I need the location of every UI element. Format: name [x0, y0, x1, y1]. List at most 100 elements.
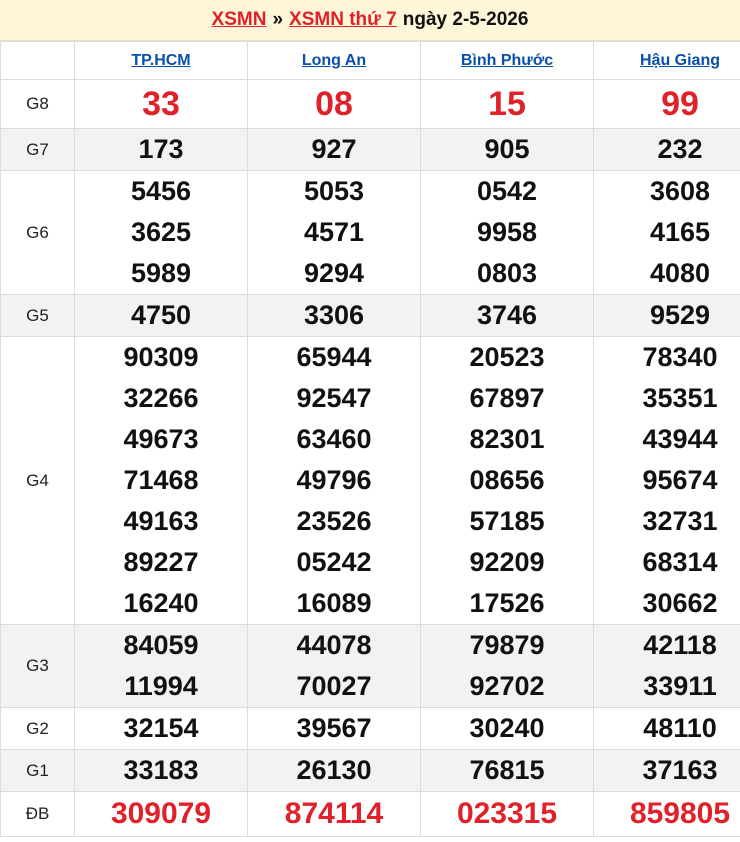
- prize-cell: 874114: [247, 791, 421, 837]
- prize-row-2: G6 5456 3625 5989 5053 4571 9294 0542 9958 0803 36…: [0, 170, 740, 295]
- prize-cell: 5053 4571 9294: [247, 170, 421, 295]
- prize-number: 63460: [296, 424, 372, 454]
- prize-row-0: G8 33 08 15 99: [0, 79, 740, 129]
- prize-number: 33911: [643, 671, 717, 701]
- prize-number: 33183: [123, 755, 199, 785]
- prize-label: G4: [0, 336, 75, 625]
- province-link-binhphuoc[interactable]: Bình Phước: [461, 52, 553, 69]
- prize-cell: 79879 92702: [420, 624, 594, 708]
- prize-cell: 08: [247, 79, 421, 129]
- xsmn-thu7-link[interactable]: XSMN thứ 7: [289, 9, 397, 31]
- prize-number: 33: [142, 85, 180, 123]
- prize-row-8: ĐB 309079 874114 023315 859805: [0, 791, 740, 837]
- prize-number: 84059: [123, 630, 199, 660]
- province-header: Bình Phước: [420, 41, 594, 80]
- prize-number: 32266: [123, 383, 199, 413]
- prize-number: 5456: [130, 176, 192, 206]
- prize-number: 49673: [123, 424, 199, 454]
- prize-number: 35351: [642, 383, 718, 413]
- prize-rows: G8 33 08 15 99 G7 173 927 905 232 G6 5456 3625 5989 50…: [0, 79, 740, 837]
- prize-label: ĐB: [0, 791, 75, 837]
- prize-number: 20523: [469, 342, 545, 372]
- prize-number: 5989: [130, 258, 192, 288]
- prize-number: 37163: [642, 755, 718, 785]
- province-header: TP.HCM: [74, 41, 248, 80]
- prize-cell: 232: [593, 128, 740, 171]
- prize-number: 9294: [303, 258, 365, 288]
- prize-number: 76815: [469, 755, 545, 785]
- prize-number: 0803: [476, 258, 538, 288]
- province-header: Long An: [247, 41, 421, 80]
- prize-number: 68314: [642, 547, 718, 577]
- prize-number: 78340: [642, 342, 718, 372]
- corner-cell: [0, 41, 75, 80]
- results-table: TP.HCM Long An Bình Phước Hậu Giang G8 33…: [0, 41, 740, 837]
- prize-label: G2: [0, 707, 75, 750]
- prize-number: 65944: [296, 342, 372, 372]
- prize-cell: 44078 70027: [247, 624, 421, 708]
- prize-number: 99: [661, 85, 699, 123]
- prize-cell: 30240: [420, 707, 594, 750]
- prize-number: 30662: [642, 588, 718, 618]
- prize-cell: 173: [74, 128, 248, 171]
- prize-number: 67897: [469, 383, 545, 413]
- prize-number: 15: [488, 85, 526, 123]
- prize-cell: 0542 9958 0803: [420, 170, 594, 295]
- prize-number: 90309: [123, 342, 199, 372]
- prize-cell: 32154: [74, 707, 248, 750]
- prize-number: 0542: [476, 176, 538, 206]
- prize-number: 05242: [296, 547, 372, 577]
- prize-number: 82301: [469, 424, 545, 454]
- province-link-longan[interactable]: Long An: [302, 52, 366, 69]
- prize-number: 32154: [123, 713, 199, 743]
- prize-label: G5: [0, 294, 75, 337]
- prize-number: 48110: [643, 713, 717, 743]
- prize-cell: 15: [420, 79, 594, 129]
- prize-number: 232: [657, 134, 703, 164]
- prize-cell: 39567: [247, 707, 421, 750]
- prize-number: 9958: [476, 217, 538, 247]
- prize-number: 4571: [303, 217, 365, 247]
- xsmn-link[interactable]: XSMN: [212, 9, 267, 31]
- prize-cell: 3608 4165 4080: [593, 170, 740, 295]
- prize-row-4: G4 90309 32266 49673 71468 49163 89227 16240 659…: [0, 336, 740, 625]
- breadcrumb-separator: »: [272, 9, 284, 30]
- prize-number: 92547: [296, 383, 372, 413]
- prize-number: 23526: [296, 506, 372, 536]
- prize-number: 08656: [469, 465, 545, 495]
- prize-number: 49163: [123, 506, 199, 536]
- prize-cell: 33183: [74, 749, 248, 792]
- prize-number: 5053: [303, 176, 365, 206]
- prize-cell: 4750: [74, 294, 248, 337]
- province-header: Hậu Giang: [593, 41, 740, 80]
- prize-cell: 76815: [420, 749, 594, 792]
- prize-number: 92209: [469, 547, 545, 577]
- prize-label: G8: [0, 79, 75, 129]
- prize-cell: 9529: [593, 294, 740, 337]
- prize-label: G6: [0, 170, 75, 295]
- prize-number: 16240: [123, 588, 199, 618]
- prize-label: G3: [0, 624, 75, 708]
- prize-number: 874114: [284, 797, 384, 830]
- prize-number: 927: [311, 134, 357, 164]
- prize-cell: 33: [74, 79, 248, 129]
- prize-number: 3625: [130, 217, 192, 247]
- province-link-haugiang[interactable]: Hậu Giang: [640, 52, 720, 69]
- prize-cell: 99: [593, 79, 740, 129]
- prize-number: 309079: [110, 797, 212, 830]
- prize-cell: 65944 92547 63460 49796 23526 05242 16089: [247, 336, 421, 625]
- prize-number: 3746: [476, 300, 538, 330]
- prize-row-5: G3 84059 11994 44078 70027 79879 92702 42118 339…: [0, 624, 740, 708]
- prize-number: 905: [484, 134, 530, 164]
- prize-cell: 905: [420, 128, 594, 171]
- prize-cell: 48110: [593, 707, 740, 750]
- draw-date: ngày 2-5-2026: [402, 9, 529, 30]
- prize-row-6: G2 32154 39567 30240 48110: [0, 707, 740, 750]
- prize-cell: 023315: [420, 791, 594, 837]
- prize-cell: 927: [247, 128, 421, 171]
- prize-number: 79879: [469, 630, 545, 660]
- prize-number: 4165: [649, 217, 711, 247]
- prize-row-3: G5 4750 3306 3746 9529: [0, 294, 740, 337]
- prize-number: 71468: [123, 465, 199, 495]
- province-link-tphcm[interactable]: TP.HCM: [131, 52, 190, 69]
